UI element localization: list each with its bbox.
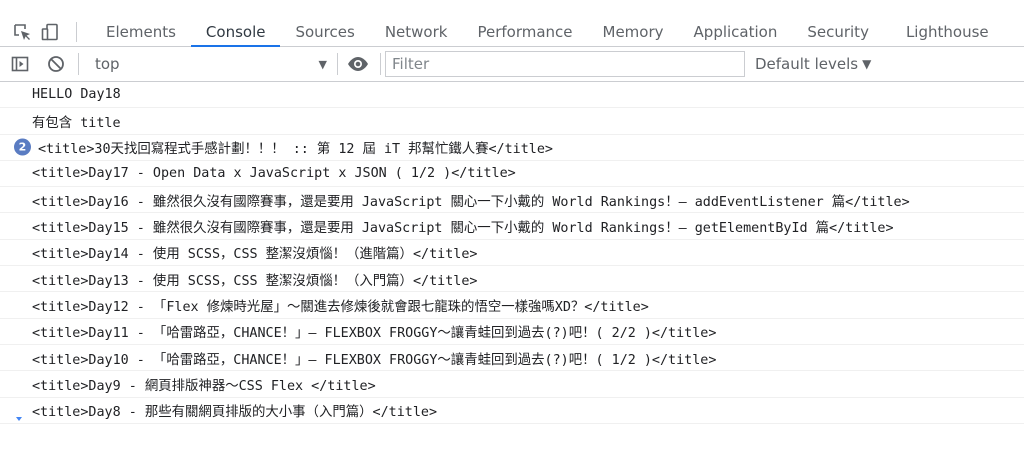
- filter-input[interactable]: [385, 51, 745, 77]
- message-text: <title>Day10 - 「哈雷路亞，CHANCE！」— FLEXBOX F…: [32, 352, 717, 368]
- tabbar-tools: [0, 18, 91, 46]
- tab-elements[interactable]: Elements: [91, 18, 191, 46]
- chevron-down-icon: ▼: [318, 57, 327, 71]
- tab-sources[interactable]: Sources: [280, 18, 369, 46]
- tab-memory[interactable]: Memory: [588, 18, 679, 46]
- tab-console[interactable]: Console: [190, 18, 281, 47]
- prompt-caret-icon: [16, 416, 22, 421]
- console-toolbar: top ▼ Default levels ▼: [0, 47, 1024, 82]
- toolbar-separator: [380, 53, 381, 75]
- message-text: HELLO Day18: [32, 87, 121, 103]
- console-message: <title>Day9 - 網頁排版神器～CSS Flex </title>: [0, 371, 1024, 398]
- toolbar-separator: [78, 53, 79, 75]
- message-text: <title>Day8 - 那些有關網頁排版的大小事（入門篇）</title>: [32, 405, 437, 421]
- tab-application[interactable]: Application: [679, 18, 793, 46]
- console-message: <title>Day11 - 「哈雷路亞，CHANCE！」— FLEXBOX F…: [0, 319, 1024, 345]
- tab-performance[interactable]: Performance: [462, 18, 587, 46]
- clear-console-icon[interactable]: [44, 52, 68, 76]
- message-text: <title>Day17 - Open Data x JavaScript x …: [32, 166, 516, 182]
- message-text: <title>Day12 - 「Flex 修煉時光屋」～關進去修煉後就會跟七龍珠…: [32, 300, 649, 316]
- inspect-element-icon[interactable]: [10, 20, 34, 44]
- toolbar-separator: [337, 53, 338, 75]
- console-message: <title>Day12 - 「Flex 修煉時光屋」～關進去修煉後就會跟七龍珠…: [0, 292, 1024, 319]
- context-selector[interactable]: top ▼: [91, 51, 331, 77]
- tab-security[interactable]: Security: [792, 18, 884, 46]
- tab-network[interactable]: Network: [370, 18, 463, 46]
- console-message: <title>Day10 - 「哈雷路亞，CHANCE！」— FLEXBOX F…: [0, 345, 1024, 372]
- device-toolbar-icon[interactable]: [38, 20, 62, 44]
- message-text: <title>Day16 - 雖然很久沒有國際賽事，還是要用 JavaScrip…: [32, 194, 910, 210]
- message-text: <title>Day13 - 使用 SCSS，CSS 整潔沒煩惱！（入門篇）</…: [32, 273, 478, 289]
- tab-lighthouse[interactable]: Lighthouse: [884, 18, 1004, 46]
- console-message: <title>Day17 - Open Data x JavaScript x …: [0, 161, 1024, 188]
- message-text: <title>Day11 - 「哈雷路亞，CHANCE！」— FLEXBOX F…: [32, 326, 717, 342]
- console-message: <title>Day8 - 那些有關網頁排版的大小事（入門篇）</title>: [0, 398, 1024, 424]
- message-text: <title>Day9 - 網頁排版神器～CSS Flex </title>: [32, 378, 376, 394]
- console-message: 有包含 title: [0, 108, 1024, 135]
- message-text: <title>30天找回寫程式手感計劃！！！ :: 第 12 屆 iT 邦幫忙鐵…: [38, 142, 553, 158]
- panel-tabs: Elements Console Sources Network Perform…: [91, 18, 1004, 47]
- log-levels-label: Default levels: [755, 55, 859, 73]
- console-message: <title>Day14 - 使用 SCSS，CSS 整潔沒煩惱！（進階篇）</…: [0, 240, 1024, 267]
- live-expression-eye-icon[interactable]: [346, 52, 370, 76]
- context-value: top: [95, 55, 120, 73]
- console-message: 2 <title>30天找回寫程式手感計劃！！！ :: 第 12 屆 iT 邦幫…: [0, 135, 1024, 161]
- console-message: <title>Day15 - 雖然很久沒有國際賽事，還是要用 JavaScrip…: [0, 213, 1024, 240]
- repeat-count-badge: 2: [14, 138, 31, 156]
- console-message: <title>Day13 - 使用 SCSS，CSS 整潔沒煩惱！（入門篇）</…: [0, 266, 1024, 293]
- log-levels-dropdown[interactable]: Default levels ▼: [755, 55, 871, 73]
- devtools-tabbar: Elements Console Sources Network Perform…: [0, 18, 1024, 47]
- console-message: HELLO Day18: [0, 82, 1024, 109]
- console-message: <title>Day16 - 雖然很久沒有國際賽事，還是要用 JavaScrip…: [0, 187, 1024, 214]
- message-text: 有包含 title: [32, 115, 121, 131]
- sidebar-toggle-icon[interactable]: [8, 52, 32, 76]
- tabbar-separator: [76, 22, 77, 42]
- console-messages: HELLO Day18 有包含 title 2 <title>30天找回寫程式手…: [0, 82, 1024, 424]
- caret-down-icon: ▼: [862, 57, 872, 71]
- message-text: <title>Day15 - 雖然很久沒有國際賽事，還是要用 JavaScrip…: [32, 221, 894, 237]
- message-text: <title>Day14 - 使用 SCSS，CSS 整潔沒煩惱！（進階篇）</…: [32, 247, 478, 263]
